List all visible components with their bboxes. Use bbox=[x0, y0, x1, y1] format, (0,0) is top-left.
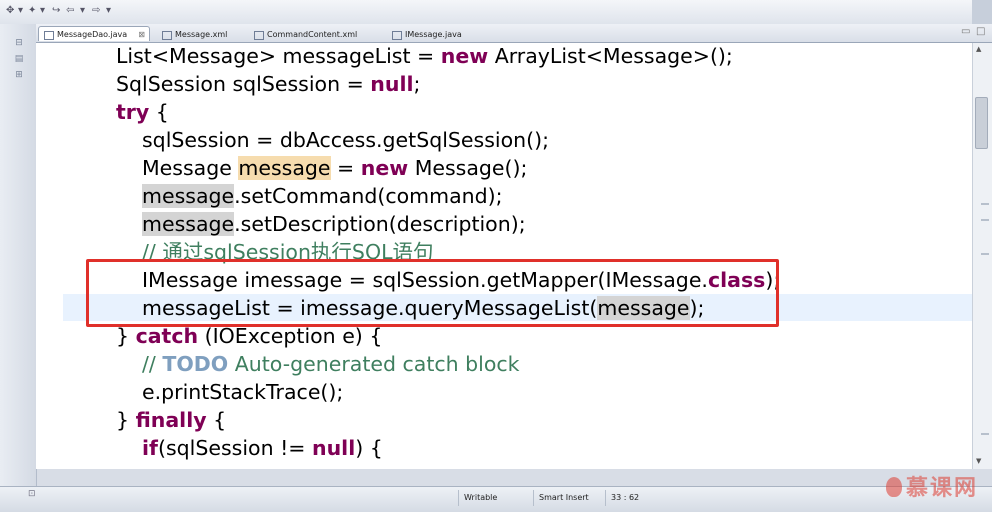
tab-imessage-java[interactable]: IMessage.java bbox=[386, 26, 478, 41]
left-trim-bar: ⊟ ▤ ⊞ bbox=[0, 24, 37, 486]
scrollbar-thumb[interactable] bbox=[975, 97, 988, 149]
overview-marker[interactable] bbox=[981, 253, 989, 255]
vertical-scrollbar[interactable]: ▲ ▼ bbox=[972, 43, 992, 469]
code-line: if(sqlSession != null) { bbox=[142, 436, 383, 460]
java-file-icon bbox=[392, 31, 402, 40]
package-explorer-icon[interactable]: ▤ bbox=[13, 54, 25, 64]
overview-marker[interactable] bbox=[981, 203, 989, 205]
editor-tab-bar: MessageDao.java ⊠ Message.xml CommandCon… bbox=[36, 24, 992, 43]
overview-marker[interactable] bbox=[981, 433, 989, 435]
code-line: message.setCommand(command); bbox=[142, 184, 503, 208]
tab-commandcontent-xml[interactable]: CommandContent.xml bbox=[248, 26, 378, 41]
hierarchy-icon[interactable]: ⊞ bbox=[13, 70, 25, 80]
java-file-icon bbox=[44, 31, 54, 40]
annotation-highlight-box bbox=[86, 259, 779, 327]
code-editor[interactable]: List<Message> messageList = new ArrayLis… bbox=[36, 43, 972, 469]
move-icon[interactable]: ✥ bbox=[6, 4, 14, 18]
dropdown-icon[interactable]: ▾ bbox=[80, 4, 85, 18]
code-line: List<Message> messageList = new ArrayLis… bbox=[116, 44, 733, 68]
maximize-icon[interactable]: □ bbox=[976, 26, 985, 37]
selected-occurrence: message bbox=[238, 156, 331, 180]
code-line: message.setDescription(description); bbox=[142, 212, 526, 236]
restore-icon[interactable]: ⊟ bbox=[13, 38, 25, 48]
tab-label: Message.xml bbox=[175, 30, 228, 39]
forward-icon[interactable]: ⇨ bbox=[92, 4, 100, 18]
close-icon[interactable]: ⊠ bbox=[138, 27, 145, 42]
dropdown-icon[interactable]: ▾ bbox=[106, 4, 111, 18]
xml-file-icon bbox=[254, 31, 264, 40]
tab-label: MessageDao.java bbox=[57, 30, 128, 39]
tab-message-xml[interactable]: Message.xml bbox=[156, 26, 242, 41]
flame-icon bbox=[886, 477, 902, 497]
last-edit-icon[interactable]: ↪ bbox=[52, 4, 60, 18]
minimize-icon[interactable]: ▭ bbox=[961, 26, 970, 37]
fast-view-icon[interactable]: ⊡ bbox=[28, 489, 36, 499]
code-line: e.printStackTrace(); bbox=[142, 380, 344, 404]
tab-messagedao[interactable]: MessageDao.java ⊠ bbox=[38, 26, 150, 41]
status-bar: ⊡ Writable Smart Insert 33 : 62 bbox=[0, 486, 992, 512]
code-line: sqlSession = dbAccess.getSqlSession(); bbox=[142, 128, 550, 152]
tab-label: IMessage.java bbox=[405, 30, 462, 39]
perspective-switcher[interactable] bbox=[972, 0, 992, 24]
occurrence-highlight: message bbox=[142, 212, 235, 236]
status-cursor-position: 33 : 62 bbox=[605, 490, 660, 506]
main-toolbar: ✥ ▾ ✦ ▾ ↪ ⇦ ▾ ⇨ ▾ bbox=[0, 0, 992, 25]
dropdown-icon[interactable]: ▾ bbox=[40, 4, 45, 18]
code-comment: // TODO Auto-generated catch block bbox=[142, 352, 520, 376]
code-line: try { bbox=[116, 100, 169, 124]
watermark-logo: 慕课网 bbox=[886, 470, 978, 502]
status-insert-mode: Smart Insert bbox=[533, 490, 607, 506]
code-line: } finally { bbox=[116, 408, 227, 432]
status-writable: Writable bbox=[458, 490, 536, 506]
xml-file-icon bbox=[162, 31, 172, 40]
scroll-down-icon[interactable]: ▼ bbox=[976, 457, 981, 465]
code-line: SqlSession sqlSession = null; bbox=[116, 72, 421, 96]
scroll-up-icon[interactable]: ▲ bbox=[976, 45, 981, 53]
tab-label: CommandContent.xml bbox=[267, 30, 358, 39]
annotation-icon[interactable]: ✦ bbox=[28, 4, 36, 18]
dropdown-icon[interactable]: ▾ bbox=[18, 4, 23, 18]
code-line: Message message = new Message(); bbox=[142, 156, 528, 180]
overview-marker[interactable] bbox=[981, 219, 989, 221]
occurrence-highlight: message bbox=[142, 184, 235, 208]
back-icon[interactable]: ⇦ bbox=[66, 4, 74, 18]
